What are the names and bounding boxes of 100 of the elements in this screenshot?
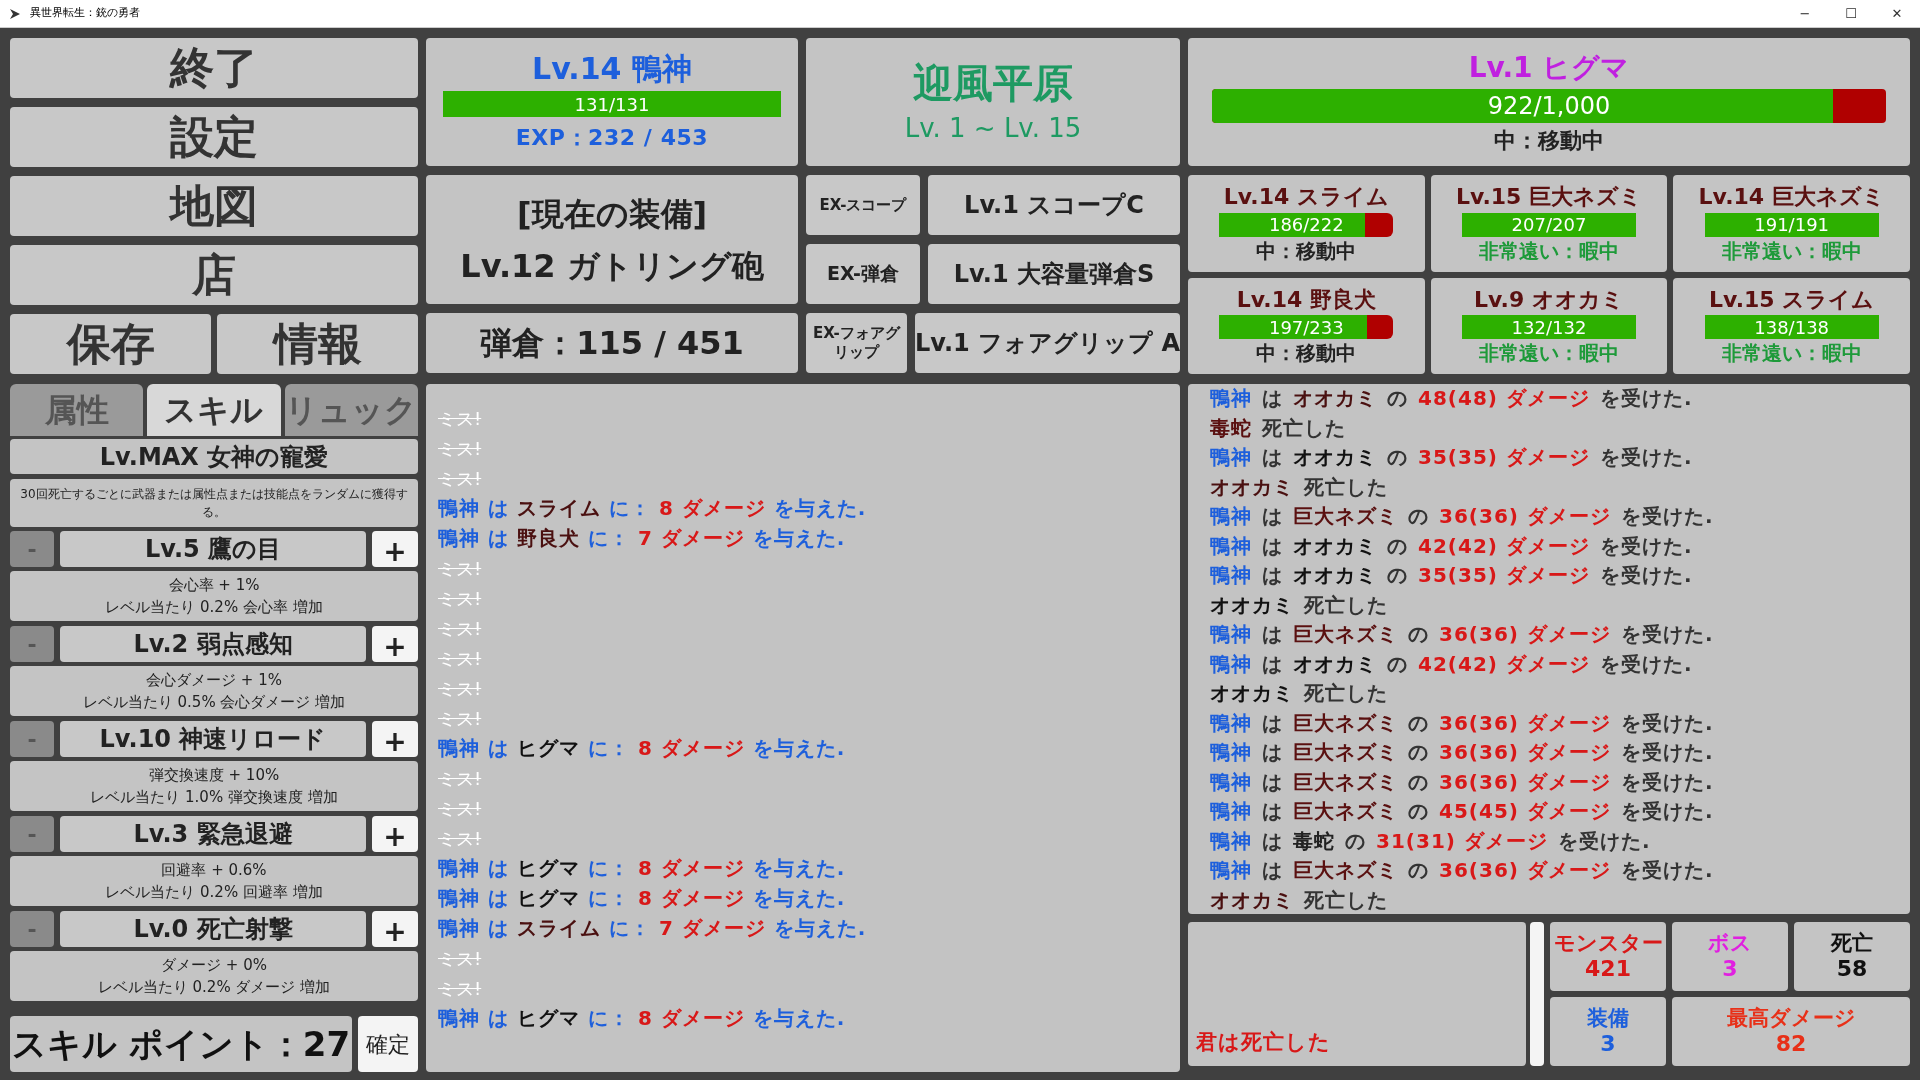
stat-value: 421 bbox=[1585, 958, 1631, 980]
area-name: 迎風平原 bbox=[913, 63, 1073, 103]
log-text: 鴨神 bbox=[1210, 828, 1252, 853]
skill-effect: 弾交換速度 + 10% bbox=[148, 765, 280, 786]
log-text: 45(45) ダメージ bbox=[1439, 799, 1611, 824]
miss-text: ミス! bbox=[438, 617, 482, 641]
stat-value: 3 bbox=[1600, 1033, 1616, 1055]
log-text: を与えた. bbox=[752, 736, 846, 761]
log-text: 8 ダメージ bbox=[637, 736, 745, 761]
menu-button[interactable]: 地図 bbox=[10, 176, 418, 236]
plus-button[interactable]: + bbox=[372, 816, 418, 852]
log-text: は bbox=[1262, 563, 1283, 588]
hp-text: 197/233 bbox=[1267, 315, 1345, 339]
log-text: を受けた. bbox=[1620, 622, 1714, 647]
monster-name: Lv.14 スライム bbox=[1223, 183, 1389, 211]
equipment-item-button[interactable]: Lv.1 大容量弾倉S bbox=[928, 244, 1180, 304]
log-text: 死亡した bbox=[1304, 681, 1388, 706]
log-text: は bbox=[1262, 651, 1283, 676]
equipment-slot-button[interactable]: EX-弾倉 bbox=[806, 244, 920, 304]
log-text: 36(36) ダメージ bbox=[1439, 769, 1611, 794]
log-text: 毒蛇 bbox=[1293, 828, 1335, 853]
log-text: 31(31) ダメージ bbox=[1376, 828, 1548, 853]
log-text: 42(42) ダメージ bbox=[1418, 533, 1590, 558]
plus-button[interactable]: + bbox=[372, 531, 418, 567]
plus-button[interactable]: + bbox=[372, 626, 418, 662]
log-text: ヒグマ bbox=[516, 1006, 580, 1031]
exp-text: EXP：232 / 453 bbox=[515, 124, 709, 153]
menu-button[interactable]: 情報 bbox=[217, 314, 418, 374]
log-text: 鴨神 は bbox=[438, 526, 509, 551]
log-text: 35(35) ダメージ bbox=[1418, 563, 1590, 588]
log-text: を受けた. bbox=[1557, 828, 1651, 853]
log-text: は bbox=[1262, 769, 1283, 794]
log-text: 鴨神 bbox=[1210, 651, 1252, 676]
tab[interactable]: スキル bbox=[147, 384, 281, 436]
miss-text: ミス! bbox=[438, 947, 482, 971]
skill-effect: 会心ダメージ + 1% bbox=[146, 670, 282, 691]
log-text: 8 ダメージ bbox=[637, 886, 745, 911]
log-text: を与えた. bbox=[773, 916, 867, 941]
log-text: 鴨神 bbox=[1210, 769, 1252, 794]
monster-name: Lv.9 オオカミ bbox=[1474, 285, 1624, 313]
log-text: 鴨神 は bbox=[438, 886, 509, 911]
equipment-item-button[interactable]: Lv.1 スコープC bbox=[928, 175, 1180, 235]
menu-button[interactable]: 保存 bbox=[10, 314, 211, 374]
menu-button[interactable]: 設定 bbox=[10, 107, 418, 167]
log-text: 鴨神 は bbox=[438, 736, 509, 761]
log-text: の bbox=[1408, 622, 1429, 647]
log-text: 8 ダメージ bbox=[637, 1006, 745, 1031]
log-text: 7 ダメージ bbox=[658, 916, 766, 941]
menu-button[interactable]: 店 bbox=[10, 245, 418, 305]
equipment-slot-button[interactable]: EX-スコープ bbox=[806, 175, 920, 235]
minimize-button[interactable]: − bbox=[1782, 0, 1828, 28]
log-text: ヒグマ bbox=[516, 886, 580, 911]
log-text: は bbox=[1262, 622, 1283, 647]
log-text: の bbox=[1408, 858, 1429, 883]
log-text: の bbox=[1387, 386, 1408, 411]
stat-value: 3 bbox=[1722, 958, 1738, 980]
log-text: 8 ダメージ bbox=[658, 496, 766, 521]
skill-per-level: レベル当たり 0.5% 会心ダメージ 増加 bbox=[82, 692, 346, 713]
log-text: は bbox=[1262, 740, 1283, 765]
miss-text: ミス! bbox=[438, 467, 482, 491]
log-text: オオカミ bbox=[1293, 563, 1377, 588]
skill-effect: ダメージ + 0% bbox=[161, 955, 267, 976]
monster-name: Lv.14 巨大ネズミ bbox=[1698, 183, 1885, 211]
hp-text: 132/132 bbox=[1510, 315, 1588, 339]
log-text: 死亡した bbox=[1304, 474, 1388, 499]
log-text: 巨大ネズミ bbox=[1293, 740, 1398, 765]
miss-text: ミス! bbox=[438, 407, 482, 431]
miss-text: ミス! bbox=[438, 587, 482, 611]
monster-status: 非常遠い：暇中 bbox=[1721, 341, 1862, 366]
miss-text: ミス! bbox=[438, 977, 482, 1001]
log-text: 鴨神 bbox=[1210, 740, 1252, 765]
plus-button[interactable]: + bbox=[372, 721, 418, 757]
log-text: 鴨神 は bbox=[438, 916, 509, 941]
close-button[interactable]: ✕ bbox=[1874, 0, 1920, 28]
log-text: 巨大ネズミ bbox=[1293, 710, 1398, 735]
log-text: 36(36) ダメージ bbox=[1439, 622, 1611, 647]
log-text: は bbox=[1262, 533, 1283, 558]
log-text: を受けた. bbox=[1599, 651, 1693, 676]
weapon-name: Lv.12 ガトリング砲 bbox=[460, 249, 764, 282]
log-text: を受けた. bbox=[1620, 740, 1714, 765]
log-text: 鴨神 bbox=[1210, 533, 1252, 558]
skill-per-level: レベル当たり 1.0% 弾交換速度 増加 bbox=[90, 787, 338, 808]
confirm-button[interactable]: 確定 bbox=[358, 1016, 418, 1072]
monster-status: 非常遠い：暇中 bbox=[1479, 341, 1619, 366]
skill-name: Lv.0 死亡射撃 bbox=[60, 911, 366, 947]
log-text: の bbox=[1345, 828, 1366, 853]
equipment-item-button[interactable]: Lv.1 フォアグリップ A bbox=[914, 313, 1180, 373]
log-text: を受けた. bbox=[1620, 858, 1714, 883]
log-text: を与えた. bbox=[773, 496, 867, 521]
menu-button[interactable]: 終了 bbox=[10, 38, 418, 98]
equipment-slot-button[interactable]: EX-フォアグリップ bbox=[806, 313, 907, 373]
plus-button[interactable]: + bbox=[372, 911, 418, 947]
log-text: スライム bbox=[516, 916, 601, 941]
passive-skill-description: 30回死亡するごとに武器または属性点または技能点をランダムに獲得する。 bbox=[10, 479, 418, 527]
log-text: を与えた. bbox=[752, 526, 846, 551]
hp-text: 131/131 bbox=[573, 92, 651, 117]
stat-value: 82 bbox=[1775, 1033, 1807, 1055]
log-text: に： bbox=[587, 526, 630, 551]
maximize-button[interactable]: ☐ bbox=[1828, 0, 1874, 28]
log-text: 死亡した bbox=[1304, 592, 1388, 617]
